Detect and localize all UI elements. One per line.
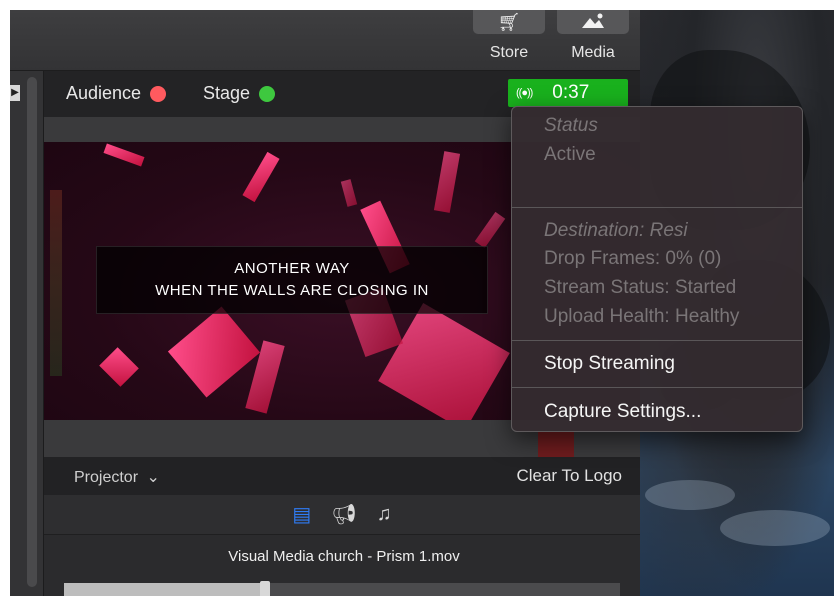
lyric-line-2: WHEN THE WALLS ARE CLOSING IN	[155, 282, 429, 299]
media-filename: Visual Media church - Prism 1.mov	[228, 548, 460, 565]
store-label: Store	[489, 44, 529, 61]
image-icon	[580, 12, 606, 33]
stage-status[interactable]: Stage	[203, 83, 276, 104]
lyric-line-1: ANOTHER WAY	[234, 260, 350, 277]
toolbar: 🛒︎ Store Media	[10, 10, 640, 71]
expand-arrow-icon[interactable]: ▶	[10, 85, 20, 101]
stop-streaming-item[interactable]: Stop Streaming	[544, 353, 675, 375]
menu-destination: Destination: Resi	[544, 220, 688, 241]
cart-icon: 🛒︎	[497, 12, 521, 32]
media-progress-bar[interactable]	[64, 581, 620, 596]
stage-label: Stage	[203, 83, 251, 103]
media-row: Visual Media church - Prism 1.mov	[44, 535, 640, 596]
view-switcher: ▤ 📢︎ ♫	[44, 495, 640, 535]
left-panel: ▶	[10, 71, 44, 596]
media-label: Media	[571, 44, 615, 61]
store-button[interactable]: 🛒︎ Store	[473, 10, 545, 68]
audience-dot	[150, 85, 167, 102]
chevron-down-icon: ⌄	[146, 469, 160, 486]
scrollbar[interactable]	[27, 77, 37, 587]
menu-separator	[512, 207, 802, 208]
menu-stream-status: Stream Status: Started	[544, 277, 737, 298]
capture-settings-item[interactable]: Capture Settings...	[544, 401, 701, 423]
progress-knob[interactable]	[260, 581, 271, 596]
stage-dot	[259, 85, 276, 102]
projector-row: Projector ⌄ Clear To Logo	[44, 457, 640, 495]
music-icon[interactable]: ♫	[377, 503, 392, 526]
stream-time: 0:37	[552, 82, 590, 103]
clear-to-logo-button[interactable]: Clear To Logo	[516, 466, 622, 486]
menu-status-value: Active	[544, 144, 596, 165]
menu-drop-frames: Drop Frames: 0% (0)	[544, 248, 722, 269]
menu-upload-health: Upload Health: Healthy	[544, 306, 740, 327]
audio-meter	[50, 190, 62, 376]
menu-status-header: Status	[544, 115, 598, 136]
audience-status[interactable]: Audience	[66, 83, 167, 104]
media-button[interactable]: Media	[557, 10, 629, 68]
announcement-icon[interactable]: 📢︎	[331, 502, 356, 527]
projector-label: Projector	[74, 469, 139, 486]
stream-menu: Status Active Destination: Resi Drop Fra…	[511, 106, 803, 432]
projector-dropdown[interactable]: Projector ⌄	[74, 467, 160, 487]
stream-button[interactable]: ((●)) 0:37	[508, 79, 628, 107]
menu-separator	[512, 340, 802, 341]
menu-separator	[512, 387, 802, 388]
progress-fill	[64, 583, 265, 596]
lyric-box: ANOTHER WAY WHEN THE WALLS ARE CLOSING I…	[96, 246, 488, 314]
color-swatch	[538, 432, 574, 457]
broadcast-icon: ((●))	[516, 87, 533, 99]
audience-label: Audience	[66, 83, 142, 103]
slides-icon[interactable]: ▤	[292, 502, 311, 527]
